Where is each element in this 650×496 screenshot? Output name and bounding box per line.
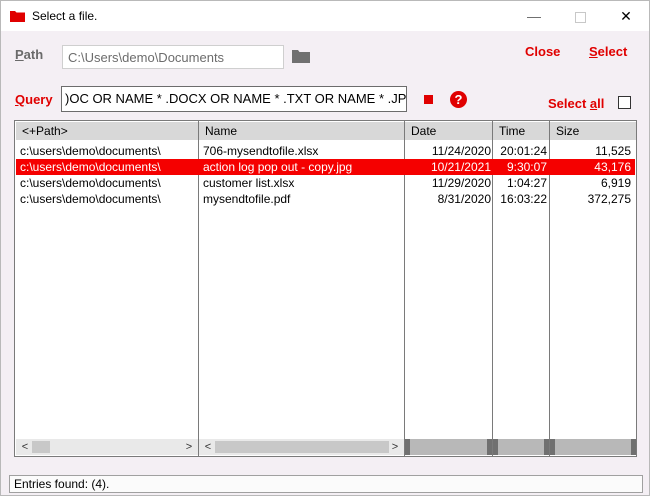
column-header-time[interactable]: Time xyxy=(493,122,550,140)
path-label: Path xyxy=(15,47,44,62)
file-select-dialog: Select a file. — ✕ Path C:\Users\demo\Do… xyxy=(0,0,650,496)
date-column-scroll-track xyxy=(405,439,492,455)
status-bar: Entries found: (4). xyxy=(9,475,643,493)
column-header-size[interactable]: Size xyxy=(550,122,636,140)
column-header-name[interactable]: Name xyxy=(199,122,405,140)
select-all-checkbox[interactable] xyxy=(618,96,631,109)
select-button[interactable]: Select xyxy=(589,44,627,59)
folder-app-icon xyxy=(10,11,25,22)
scroll-right-arrow[interactable]: > xyxy=(388,439,402,455)
name-column-scrollbar[interactable]: < > xyxy=(199,439,404,455)
close-button[interactable]: Close xyxy=(525,44,560,59)
maximize-button[interactable] xyxy=(557,1,603,31)
query-label: Query xyxy=(15,92,53,107)
scroll-left-arrow[interactable]: < xyxy=(18,439,32,455)
maximize-icon xyxy=(574,11,586,23)
window-title: Select a file. xyxy=(32,9,98,23)
close-window-button[interactable]: ✕ xyxy=(603,1,649,31)
folder-browse-icon[interactable] xyxy=(292,49,310,63)
path-input[interactable]: C:\Users\demo\Documents xyxy=(62,45,284,69)
path-column-scrollbar[interactable]: < > xyxy=(16,439,198,455)
query-input[interactable]: )OC OR NAME * .DOCX OR NAME * .TXT OR NA… xyxy=(61,86,407,112)
time-column-scroll-track xyxy=(493,439,549,455)
scroll-left-arrow[interactable]: < xyxy=(201,439,215,455)
select-all-label[interactable]: Select all xyxy=(548,96,604,111)
help-icon[interactable]: ? xyxy=(450,91,467,108)
table-row[interactable]: c:\users\demo\documents\ customer list.x… xyxy=(16,175,635,191)
column-header-path[interactable]: <+Path> xyxy=(16,122,199,140)
minimize-button[interactable]: — xyxy=(511,1,557,31)
scroll-right-arrow[interactable]: > xyxy=(182,439,196,455)
title-bar[interactable]: Select a file. — ✕ xyxy=(1,1,649,31)
table-row[interactable]: c:\users\demo\documents\ mysendtofile.pd… xyxy=(16,191,635,207)
stop-icon[interactable] xyxy=(424,95,433,104)
file-table: <+Path> Name Date Time Size c:\users\dem… xyxy=(14,120,637,457)
size-column-scroll-track xyxy=(550,439,636,455)
column-header-date[interactable]: Date xyxy=(405,122,493,140)
scroll-thumb[interactable] xyxy=(215,441,389,453)
scroll-thumb[interactable] xyxy=(32,441,50,453)
table-row-selected[interactable]: c:\users\demo\documents\ action log pop … xyxy=(16,159,635,175)
table-row[interactable]: c:\users\demo\documents\ 706-mysendtofil… xyxy=(16,143,635,159)
